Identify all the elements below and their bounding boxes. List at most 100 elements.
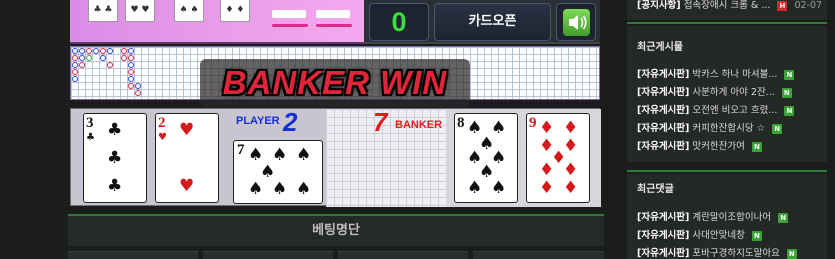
betting-list-cell <box>473 251 604 259</box>
spade-icon: ♠ <box>467 178 483 198</box>
spade-icon: ♠ <box>272 179 288 199</box>
new-badge: N <box>751 230 762 241</box>
tray-card: ♠ ♠ <box>174 0 204 22</box>
new-badge: N <box>784 105 795 116</box>
banker-card-1: 8 ♠ ♠ ♠ ♠ ♠ ♠ ♠ ♠ <box>454 113 518 203</box>
recent-comment-item[interactable]: [자유게시판] 계란말이조합이나어 N <box>637 209 825 223</box>
sidebar: [공지사항] 접속장애시 크롬 & ... H 02-07 최근게시물 [자유게… <box>627 0 835 259</box>
post-title[interactable]: 박카스 하나 마셔볼... <box>692 69 777 80</box>
new-badge: N <box>784 69 795 80</box>
card-open-button[interactable]: 카드오픈 <box>434 3 551 41</box>
recent-comment-item[interactable]: [자유게시판] 포바구경하지도말아요 N <box>637 245 825 259</box>
new-badge: N <box>781 87 792 98</box>
recent-posts-title: 최근게시물 <box>637 42 683 53</box>
recent-post-item[interactable]: [자유게시판] 박카스 하나 마셔볼... N <box>637 66 825 80</box>
recent-comments-title: 최근댓글 <box>637 184 674 195</box>
road-bead <box>72 76 78 82</box>
new-badge: N <box>751 141 762 152</box>
post-title[interactable]: 오전엔 비오고 흐렸... <box>692 105 777 116</box>
diamond-icon: ♦ <box>563 160 579 180</box>
diamond-icon: ♦ <box>539 160 555 180</box>
betting-list-cell <box>68 251 198 259</box>
recent-comment-item[interactable]: [자유게시판] 사대안맞네창 N <box>637 227 825 241</box>
section-divider <box>627 22 827 24</box>
post-category: [자유게시판] <box>637 105 690 116</box>
post-title[interactable]: 맛커한잔가여 <box>692 141 744 152</box>
new-badge: N <box>772 123 783 134</box>
recent-post-item[interactable]: [자유게시판] 맛커한잔가여 N <box>637 138 825 152</box>
player-label: PLAYER <box>236 115 280 127</box>
diamond-icon: ♦ <box>539 178 555 198</box>
tray-slot <box>272 10 306 18</box>
result-banner: BANKER WIN <box>200 59 470 107</box>
post-category: [자유게시판] <box>637 123 690 134</box>
banker-score: 7 <box>373 107 388 137</box>
road-bead <box>128 69 134 75</box>
comment-title[interactable]: 포바구경하지도말아요 <box>692 248 779 259</box>
post-category: [자유게시판] <box>637 230 690 241</box>
recent-post-item[interactable]: [자유게시판] 오전엔 비오고 흐렸... N <box>637 102 825 116</box>
hot-badge: H <box>777 0 788 11</box>
road-bead <box>128 76 134 82</box>
comment-title[interactable]: 계란말이조합이나어 <box>692 212 771 223</box>
betting-list-cell <box>203 251 333 259</box>
score-display: 0 <box>369 3 429 41</box>
road-bead <box>72 55 78 61</box>
player-score: 2 <box>283 107 298 137</box>
tray-slot <box>316 10 350 18</box>
heart-icon: ♥ <box>179 120 195 140</box>
spade-icon: ♠ <box>248 179 264 199</box>
post-category: [자유게시판] <box>637 87 690 98</box>
club-icon: ♣ <box>107 148 123 168</box>
club-icon: ♣ <box>107 120 123 140</box>
spade-icon: ♠ <box>491 178 507 198</box>
card-tray: ♣ ♣ ♥ ♥ ♠ ♠ ♦ ♦ <box>70 0 364 44</box>
tray-card: ♦ ♦ <box>220 0 250 22</box>
tray-card: ♣ ♣ <box>88 0 118 22</box>
recent-comments-panel: 최근댓글 [자유게시판] 계란말이조합이나어 N [자유게시판] 사대안맞네창 … <box>627 174 827 259</box>
control-bar: 0 카드오픈 <box>364 0 600 44</box>
sound-toggle[interactable] <box>556 3 596 41</box>
recent-post-item[interactable]: [자유게시판] 사분하게 아야 2잔... N <box>637 84 825 98</box>
road-bead <box>79 62 85 68</box>
post-category: [공지사항] <box>637 0 681 11</box>
speaker-icon[interactable] <box>563 9 590 36</box>
road-bead <box>128 62 134 68</box>
road-bead <box>128 55 134 61</box>
road-bead <box>128 83 134 89</box>
betting-list-cell <box>338 251 468 259</box>
road-bead <box>86 48 92 54</box>
spade-icon: ♠ <box>296 179 312 199</box>
card-rank: 8 <box>457 115 465 131</box>
post-category: [자유게시판] <box>637 248 690 259</box>
post-title[interactable]: 접속장애시 크롬 & ... <box>684 0 771 11</box>
road-bead <box>121 55 127 61</box>
road-bead <box>135 90 141 96</box>
diamond-icon: ♦ <box>563 118 579 138</box>
road-bead <box>121 48 127 54</box>
post-title[interactable]: 사분하게 아야 2잔... <box>692 87 774 98</box>
road-bead <box>86 55 92 61</box>
club-icon: ♣ <box>107 176 123 196</box>
post-title[interactable]: 커피한잔합시당 ☆ <box>692 123 765 134</box>
notice-row[interactable]: [공지사항] 접속장애시 크롬 & ... H 02-07 <box>637 0 825 11</box>
left-gutter <box>0 0 68 259</box>
player-card-1: 3 ♣ ♣ ♣ ♣ <box>83 113 147 203</box>
road-bead <box>135 83 141 89</box>
new-badge: N <box>778 212 789 223</box>
card-rank: 9 <box>529 115 537 131</box>
recent-post-item[interactable]: [자유게시판] 커피한잔합시당 ☆ N <box>637 120 825 134</box>
banker-card-2: 9 ♦ ♦ ♦ ♦ ♦ ♦ ♦ ♦ ♦ <box>526 113 590 203</box>
banker-label: BANKER <box>395 119 443 131</box>
club-icon: ♣ <box>86 132 95 143</box>
player-card-2: 2 ♥ ♥ ♥ <box>155 113 219 203</box>
post-date: 02-07 <box>794 0 823 11</box>
road-bead <box>72 48 78 54</box>
notice-panel: [공지사항] 접속장애시 크롬 & ... H 02-07 <box>627 0 827 20</box>
comment-title[interactable]: 사대안맞네창 <box>692 230 744 241</box>
road-bead <box>72 69 78 75</box>
tray-card: ♥ ♥ <box>125 0 155 22</box>
road-bead <box>72 62 78 68</box>
road-bead <box>107 62 113 68</box>
road-bead <box>93 48 99 54</box>
